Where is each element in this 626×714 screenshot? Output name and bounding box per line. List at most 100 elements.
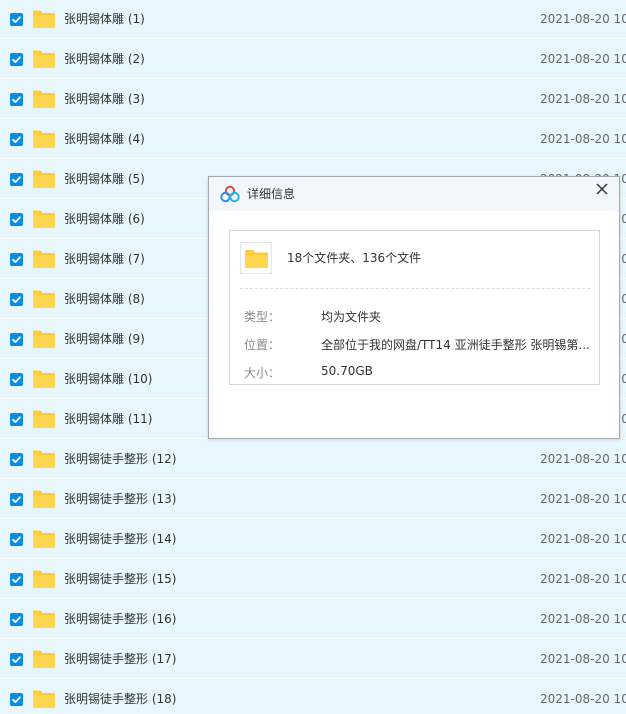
details-dialog: 详细信息 18个文件夹、136个文件 类型： 均为文件夹 位置： 全部位于我的网… — [208, 176, 620, 439]
folder-icon — [33, 50, 55, 68]
file-row[interactable]: 张明锡徒手整形 (15) 2021-08-20 10: — [0, 560, 626, 599]
folder-icon — [33, 290, 55, 308]
check-icon — [12, 656, 21, 663]
row-checkbox[interactable] — [10, 573, 23, 586]
modified-date: 2021-08-20 10: — [540, 492, 626, 506]
type-value: 均为文件夹 — [321, 310, 382, 324]
check-icon — [12, 416, 21, 423]
row-checkbox[interactable] — [10, 653, 23, 666]
row-checkbox[interactable] — [10, 253, 23, 266]
folder-icon — [33, 650, 55, 668]
folder-icon — [33, 690, 55, 708]
check-icon — [12, 216, 21, 223]
file-name[interactable]: 张明锡徒手整形 (12) — [64, 440, 176, 479]
file-row[interactable]: 张明锡体雕 (1) 2021-08-20 10: — [0, 0, 626, 39]
file-row[interactable]: 张明锡体雕 (4) 2021-08-20 10: — [0, 120, 626, 159]
file-name[interactable]: 张明锡体雕 (5) — [64, 160, 145, 199]
file-name[interactable]: 张明锡体雕 (10) — [64, 360, 152, 399]
row-checkbox[interactable] — [10, 53, 23, 66]
modified-date: 2021-08-20 10: — [540, 52, 626, 66]
file-row[interactable]: 张明锡徒手整形 (12) 2021-08-20 10: — [0, 440, 626, 479]
file-row[interactable]: 张明锡体雕 (3) 2021-08-20 10: — [0, 80, 626, 119]
location-value[interactable]: 全部位于我的网盘/TT14 亚洲徒手整形 张明锡第... — [321, 336, 590, 353]
row-checkbox[interactable] — [10, 413, 23, 426]
row-checkbox[interactable] — [10, 453, 23, 466]
check-icon — [12, 616, 21, 623]
row-checkbox[interactable] — [10, 133, 23, 146]
folder-icon — [33, 330, 55, 348]
modified-date: 2021-08-20 10: — [540, 132, 626, 146]
file-name[interactable]: 张明锡体雕 (8) — [64, 280, 145, 319]
folder-icon — [33, 570, 55, 588]
check-icon — [12, 456, 21, 463]
folder-icon — [33, 530, 55, 548]
row-checkbox[interactable] — [10, 693, 23, 706]
folder-icon — [33, 170, 55, 188]
folder-icon — [33, 90, 55, 108]
file-row[interactable]: 张明锡徒手整形 (18) 2021-08-20 10: — [0, 680, 626, 714]
check-icon — [12, 576, 21, 583]
folder-icon — [33, 130, 55, 148]
file-row[interactable]: 张明锡徒手整形 (14) 2021-08-20 10: — [0, 520, 626, 559]
file-name[interactable]: 张明锡徒手整形 (17) — [64, 640, 176, 679]
folder-icon — [33, 450, 55, 468]
modified-date: 2021-08-20 10: — [540, 92, 626, 106]
row-checkbox[interactable] — [10, 93, 23, 106]
row-checkbox[interactable] — [10, 493, 23, 506]
check-icon — [12, 376, 21, 383]
file-name[interactable]: 张明锡体雕 (4) — [64, 120, 145, 159]
file-name[interactable]: 张明锡徒手整形 (18) — [64, 680, 176, 714]
location-label: 位置： — [244, 338, 281, 352]
folder-icon — [33, 250, 55, 268]
modified-date: 2021-08-20 10: — [540, 572, 626, 586]
file-name[interactable]: 张明锡徒手整形 (13) — [64, 480, 176, 519]
dialog-title: 详细信息 — [247, 187, 296, 201]
size-label: 大小： — [244, 366, 281, 380]
folder-thumbnail — [240, 242, 272, 274]
row-checkbox[interactable] — [10, 213, 23, 226]
check-icon — [12, 176, 21, 183]
check-icon — [12, 136, 21, 143]
file-name[interactable]: 张明锡体雕 (1) — [64, 0, 145, 39]
row-checkbox[interactable] — [10, 533, 23, 546]
dialog-title-bar[interactable]: 详细信息 — [209, 177, 619, 211]
file-name[interactable]: 张明锡体雕 (11) — [64, 400, 152, 439]
folder-icon — [33, 370, 55, 388]
size-value: 50.70GB — [321, 364, 373, 378]
file-name[interactable]: 张明锡体雕 (3) — [64, 80, 145, 119]
file-name[interactable]: 张明锡体雕 (7) — [64, 240, 145, 279]
folder-icon — [33, 410, 55, 428]
file-row[interactable]: 张明锡体雕 (2) 2021-08-20 10: — [0, 40, 626, 79]
check-icon — [12, 56, 21, 63]
row-checkbox[interactable] — [10, 613, 23, 626]
row-checkbox[interactable] — [10, 333, 23, 346]
file-name[interactable]: 张明锡体雕 (6) — [64, 200, 145, 239]
selection-summary: 18个文件夹、136个文件 — [287, 251, 422, 265]
file-row[interactable]: 张明锡徒手整形 (13) 2021-08-20 10: — [0, 480, 626, 519]
modified-date: 2021-08-20 10: — [540, 652, 626, 666]
check-icon — [12, 336, 21, 343]
row-checkbox[interactable] — [10, 173, 23, 186]
modified-date: 2021-08-20 10: — [540, 532, 626, 546]
file-name[interactable]: 张明锡徒手整形 (16) — [64, 600, 176, 639]
close-icon[interactable] — [594, 181, 610, 197]
file-row[interactable]: 张明锡徒手整形 (17) 2021-08-20 10: — [0, 640, 626, 679]
check-icon — [12, 16, 21, 23]
check-icon — [12, 536, 21, 543]
row-checkbox[interactable] — [10, 13, 23, 26]
folder-icon — [33, 210, 55, 228]
check-icon — [12, 96, 21, 103]
file-row[interactable]: 张明锡徒手整形 (16) 2021-08-20 10: — [0, 600, 626, 639]
file-name[interactable]: 张明锡体雕 (9) — [64, 320, 145, 359]
row-checkbox[interactable] — [10, 293, 23, 306]
divider — [240, 288, 590, 289]
folder-icon — [33, 610, 55, 628]
file-name[interactable]: 张明锡徒手整形 (14) — [64, 520, 176, 559]
folder-icon — [245, 250, 268, 268]
row-checkbox[interactable] — [10, 373, 23, 386]
check-icon — [12, 256, 21, 263]
file-name[interactable]: 张明锡徒手整形 (15) — [64, 560, 176, 599]
check-icon — [12, 696, 21, 703]
file-name[interactable]: 张明锡体雕 (2) — [64, 40, 145, 79]
modified-date: 2021-08-20 10: — [540, 12, 626, 26]
